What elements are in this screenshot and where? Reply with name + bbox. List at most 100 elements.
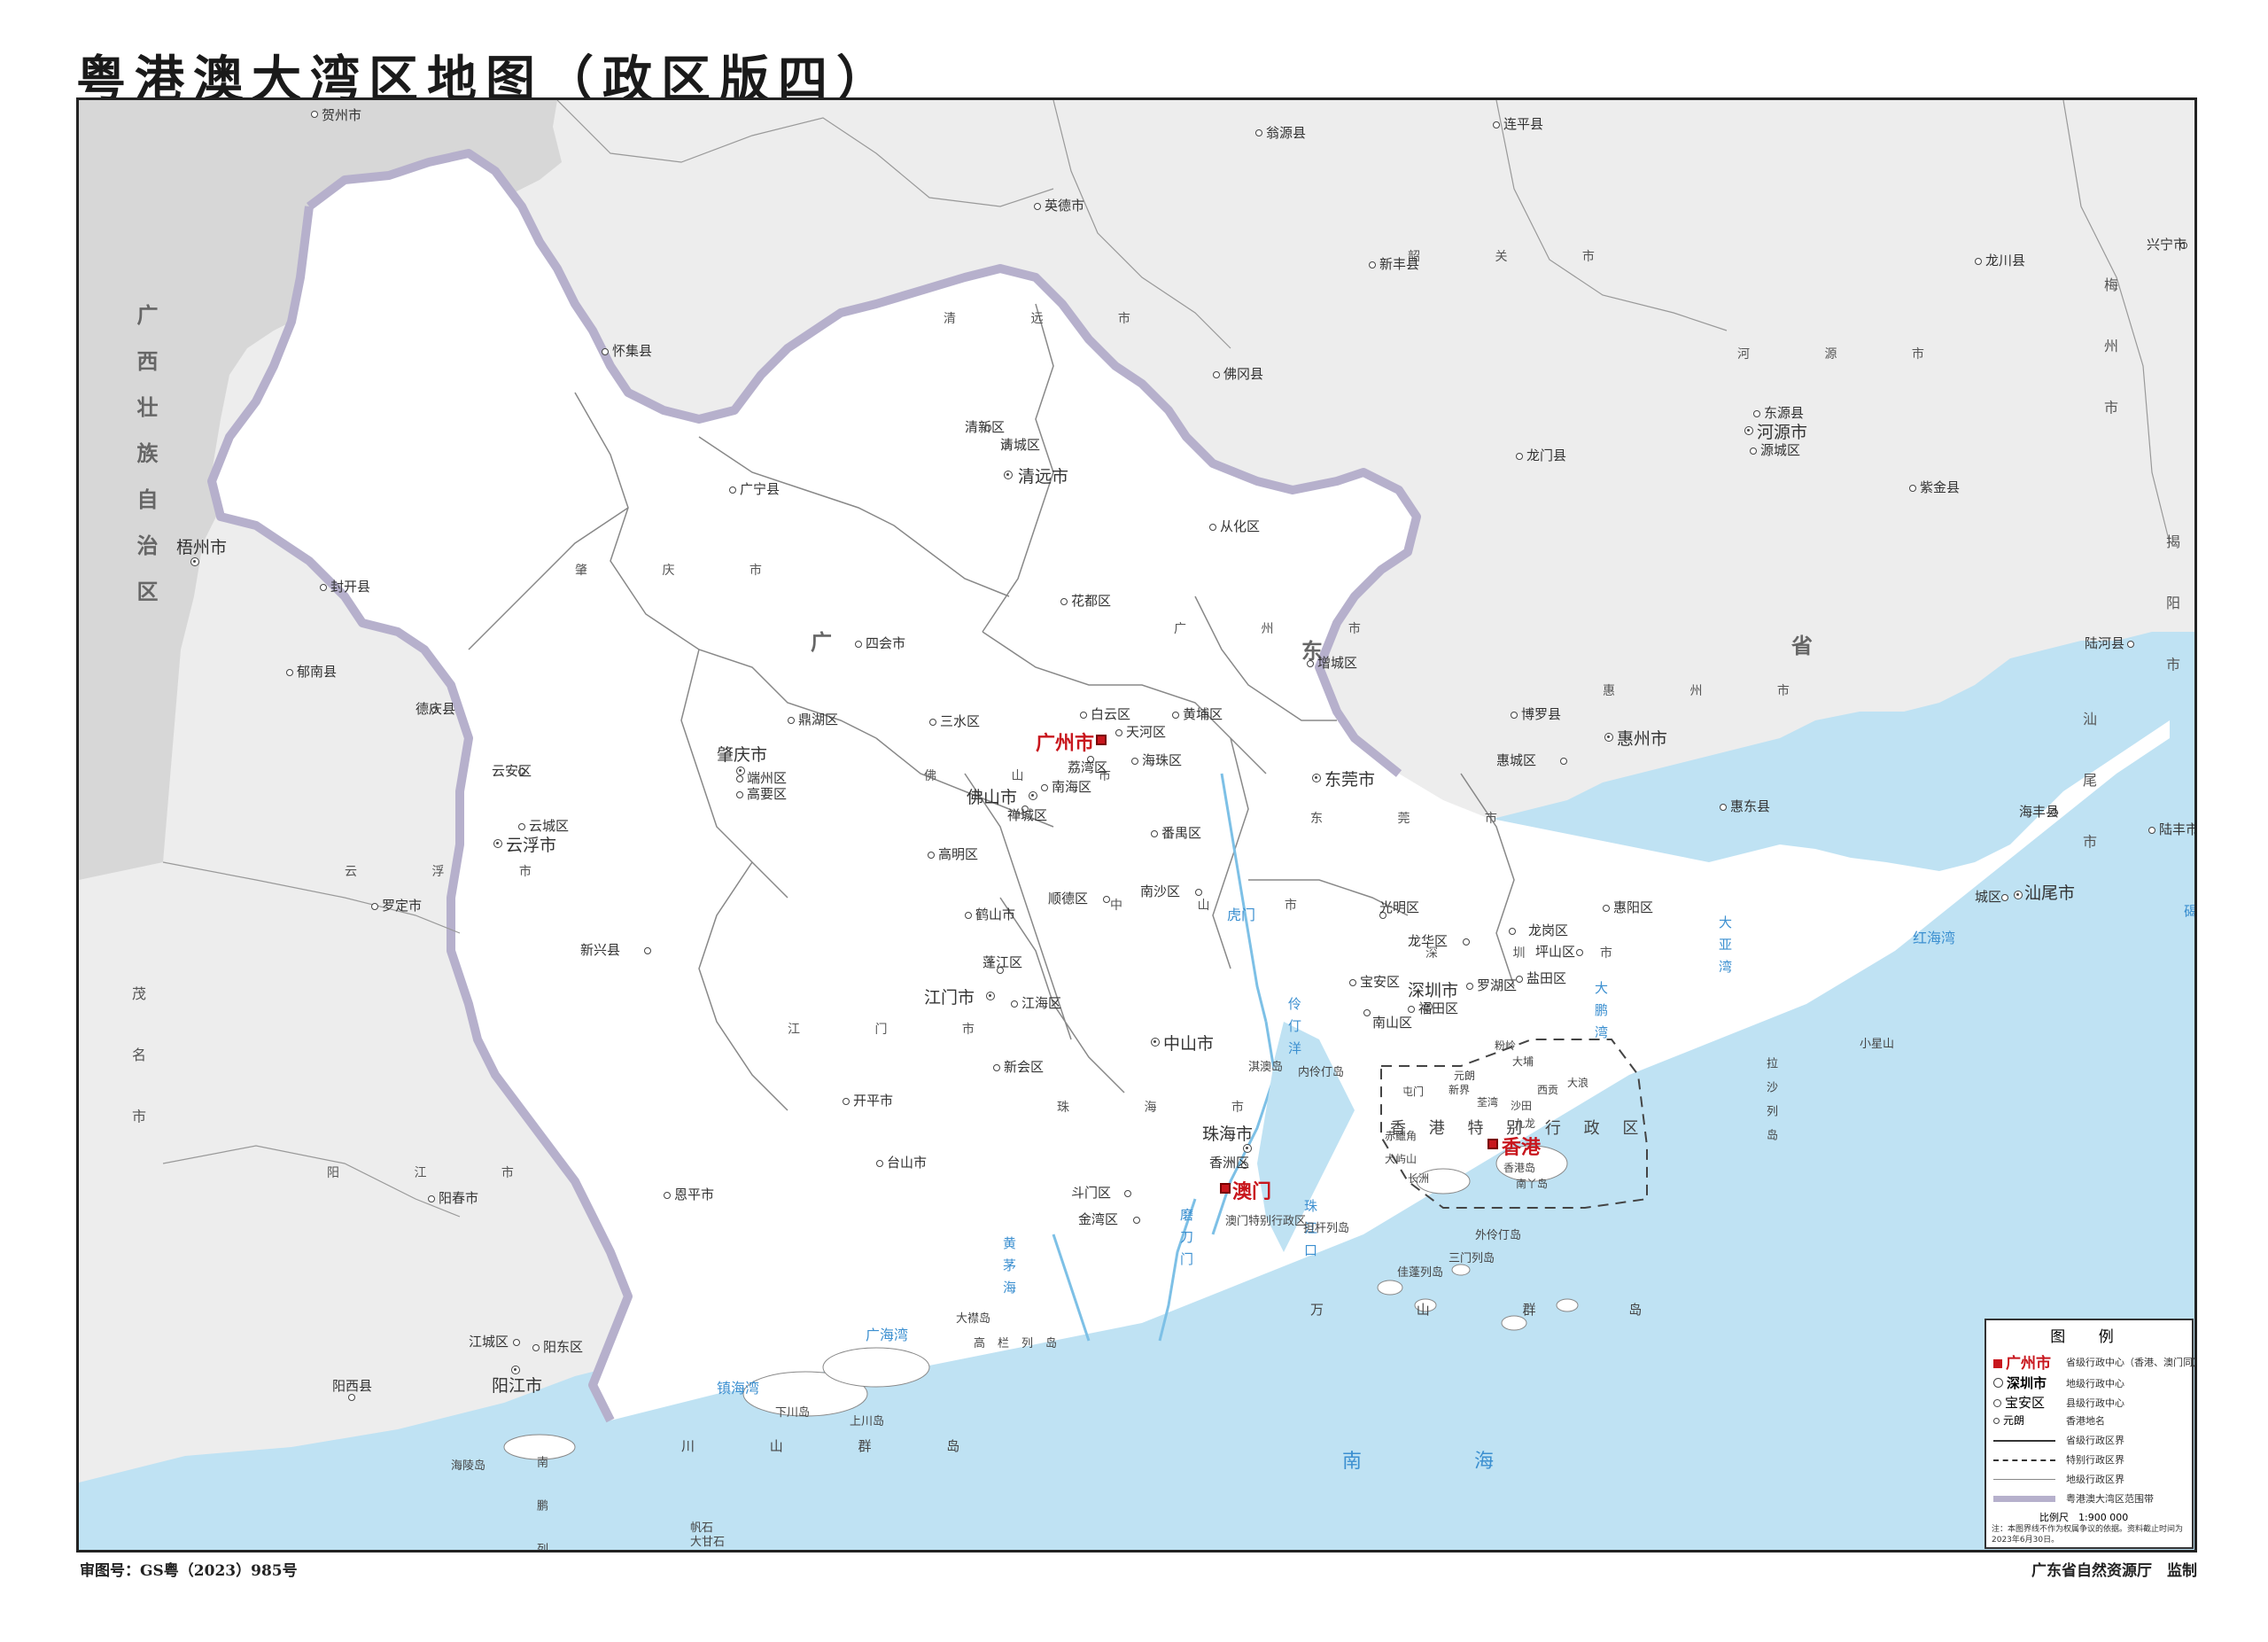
county-xinhui: 新会区 [1004,1059,1045,1075]
county-luoding: 罗定市 [382,898,423,914]
hk-cheungchau: 长洲 [1408,1172,1430,1185]
county-yunan-qu: 云安区 [492,763,532,779]
county-dot [1011,1000,1018,1008]
water-guanghai: 广海湾 [866,1327,909,1343]
hk-tuenmun: 屯门 [1402,1086,1425,1098]
county-nansha: 南沙区 [1140,883,1181,899]
hk-newterritories: 新界 [1449,1084,1471,1096]
region-jieyang: 揭 阳 市 [2163,534,2180,693]
island-chuanshan: 川 山 群 岛 [681,1438,996,1454]
pref-dongguan-marker [1312,774,1321,782]
region-huizhou: 惠 州 市 [1603,684,1825,698]
supervisor: 广东省自然资源厅 监制 [2031,1562,2197,1580]
county-dot [1034,203,1041,210]
island-daganshi: 大甘石 [690,1536,726,1549]
legend: 图 例 广州市 省级行政中心（香港、澳门同） 深圳市 地级行政中心 宝安区 县级… [1984,1319,2202,1549]
pref-zhuhai-marker [1243,1144,1252,1153]
region-zhaoqing: 肇 庆 市 [575,564,797,578]
county-huicheng: 惠城区 [1496,752,1537,768]
water-huangmao: 黄茅海 [1001,1236,1017,1303]
water-bishi: 碣石湾 [2184,903,2197,920]
island-wanshan: 万 山 群 岛 [1310,1302,1687,1318]
county-guangming: 光明区 [1379,899,1420,915]
hk-chekLapKok: 赤鱲角 [1385,1130,1418,1142]
county-baiyun: 白云区 [1091,706,1131,722]
county-sanshui: 三水区 [940,713,981,729]
pref-yunfu: 云浮市 [506,836,557,855]
county-longhua: 龙华区 [1408,933,1449,949]
hk-saikung: 西贡 [1537,1084,1559,1096]
county-longmen: 龙门县 [1526,447,1567,463]
county-dot [855,641,862,648]
pref-zhuhai: 珠海市 [1202,1124,1254,1144]
county-yantian: 盐田区 [1526,970,1567,986]
province-guangdong-guang: 广 [811,630,832,655]
province-guangdong-sheng: 省 [1791,634,1813,658]
county-dot [788,717,795,724]
county-dot [929,719,936,726]
county-huangpu: 黄埔区 [1183,706,1223,722]
pref-shanwei: 汕尾市 [2024,883,2076,903]
legend-row-prefecture: 深圳市 地级行政中心 [1993,1374,2124,1392]
county-yingde: 英德市 [1045,198,1085,214]
water-honghai: 红海湾 [1913,930,1956,946]
region-foshan: 佛 山 市 [924,769,1146,783]
county-dot [1213,371,1220,378]
island-jiapeng: 佳蓬列岛 [1397,1266,1444,1280]
island-dangan: 担杆列岛 [1303,1222,1350,1235]
county-tianhe: 天河区 [1126,724,1167,740]
province-guangxi: 广西壮族自治区 [133,304,158,626]
pref-shanwei-marker [2014,891,2023,899]
county-dot [532,1344,540,1351]
island-hailing: 海陵岛 [451,1459,486,1473]
hk-shatin: 沙田 [1511,1100,1533,1112]
county-dot [1349,979,1356,986]
pref-qingyuan-marker [1004,471,1013,479]
pref-zhaoqing-marker [736,767,745,775]
county-yangchun: 阳春市 [439,1190,479,1206]
legend-row-pref-bound: 地级行政区界 [1993,1471,2124,1487]
region-zhuhai: 珠 海 市 [1057,1101,1279,1115]
county-lufeng: 陆丰市 [2159,821,2197,837]
island-lesha: 拉沙列岛 [1764,1057,1777,1153]
county-luohu: 罗湖区 [1477,977,1518,993]
county-haizhu: 海珠区 [1142,752,1183,768]
county-dot [1255,129,1262,136]
island-sanmen: 三门列岛 [1449,1252,1495,1265]
county-qingcheng: 清城区 [1000,437,1041,453]
county-panyu: 番禺区 [1161,825,1202,841]
water-dapeng: 大鹏湾 [1593,981,1609,1047]
county-longgang: 龙岗区 [1528,922,1569,938]
capital-hongkong-label: 香港 [1502,1137,1542,1159]
island-dajin: 大襟岛 [956,1312,991,1326]
map-frame[interactable]: 广西壮族自治区 广 东 省 肇 庆 市 清 远 市 韶 关 市 河 源 市 梅 … [76,97,2197,1553]
county-dot [1209,524,1216,531]
county-dot [1750,447,1757,455]
pref-heyuan: 河源市 [1757,423,1808,442]
county-dot [2148,827,2155,834]
county-qingxin: 清新区 [965,419,1006,435]
county-hezhou: 贺州市 [322,107,362,123]
county-dot [1720,804,1727,811]
county-dot [1463,938,1470,946]
region-dongguan: 东 莞 市 [1310,812,1533,826]
legend-row-sar-bound: 特别行政区界 [1993,1451,2124,1467]
pref-yunfu-marker [493,839,502,848]
county-luhe: 陆河县 [2085,635,2125,651]
pref-jiangmen: 江门市 [924,988,975,1008]
county-xinfeng: 新丰县 [1379,256,1420,272]
legend-txt-capital: 省级行政中心（香港、澳门同） [2066,1356,2202,1368]
pref-foshan: 佛山市 [967,788,1018,807]
region-shaoguan: 韶 关 市 [1408,250,1630,264]
county-huidong: 惠东县 [1730,798,1771,814]
county-dot [311,111,318,118]
pref-heyuan-marker [1744,426,1753,435]
county-huaiji: 怀集县 [612,343,653,359]
legend-txt-county: 县级行政中心 [2066,1397,2124,1409]
region-yangjiang: 阳 江 市 [327,1166,549,1180]
county-dot [1560,758,1567,765]
county-futian: 福田区 [1418,1000,1459,1016]
water-zhenhai: 镇海湾 [717,1380,760,1397]
island-neilingding: 内伶仃岛 [1298,1066,1345,1079]
county-fogang: 佛冈县 [1223,366,1264,382]
